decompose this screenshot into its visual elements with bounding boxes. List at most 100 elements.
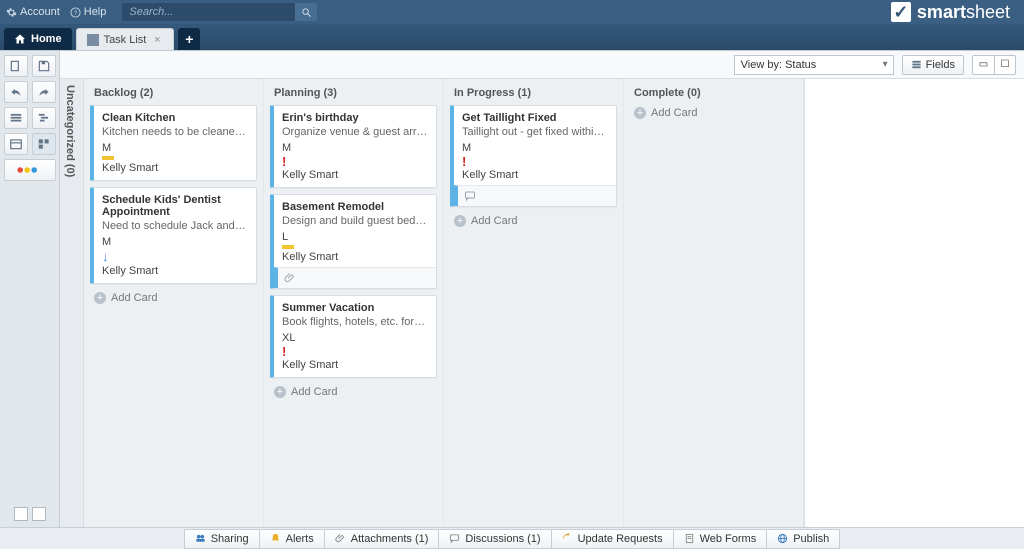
account-label: Account [20,6,60,18]
top-bar: Account ? Help ✓ smartsheet [0,0,1024,24]
bottom-bar: Sharing Alerts Attachments (1) Discussio… [0,527,1024,549]
card-assignee: Kelly Smart [282,251,428,263]
card[interactable]: Erin's birthdayOrganize venue & guest ar… [270,105,437,188]
card-description: Kitchen needs to be cleaned by the … [102,126,248,138]
card-assignee: Kelly Smart [282,359,428,371]
toolbar-new-button[interactable] [4,55,28,77]
add-card-label: Add Card [111,292,157,304]
column-header[interactable]: In Progress (1) [450,87,617,99]
card-priority-icon: ! [282,156,428,167]
svg-text:?: ? [73,9,77,16]
toolbar-collapse-button[interactable] [14,507,28,521]
home-icon [14,33,26,45]
search-button[interactable] [295,3,317,21]
card-size: M [282,142,428,154]
toolbar-save-button[interactable] [32,55,56,77]
add-card-button[interactable]: +Add Card [90,290,257,306]
toolbar-undo-button[interactable] [4,81,28,103]
attachment-icon[interactable] [284,272,296,284]
card-description: Design and build guest bedroom in … [282,215,428,227]
column-header[interactable]: Complete (0) [630,87,797,99]
card-size: M [102,142,248,154]
card-description: Need to schedule Jack and Lauren'… [102,220,248,232]
card[interactable]: Clean Kitchen Kitchen needs to be cleaned… [90,105,257,181]
layout-toggle: ▭ ☐ [972,55,1016,75]
toolbar-highlight-button[interactable] [4,159,56,181]
card-priority-icon: ! [282,346,428,357]
card-priority-icon [102,156,114,160]
toolbar-calendar-view-button[interactable] [4,133,28,155]
search-input[interactable] [122,3,317,21]
search-icon [301,7,312,18]
discussions-label: Discussions (1) [465,533,540,545]
help-link[interactable]: ? Help [70,6,107,18]
column: Backlog (2) Clean Kitchen Kitchen needs to… [84,79,264,527]
card[interactable]: Summer VacationBook flights, hotels, etc… [270,295,437,378]
board-blank-area [804,79,1024,527]
tab-home-label: Home [31,33,62,45]
layout-full-button[interactable]: ☐ [994,55,1016,75]
fields-label: Fields [926,59,955,71]
publish-button[interactable]: Publish [766,529,840,549]
chat-icon [449,533,460,544]
update-requests-label: Update Requests [578,533,663,545]
toolbar-grid-view-button[interactable] [4,107,28,129]
card-title: Get Taillight Fixed [462,112,608,124]
sheet-icon [87,34,99,46]
toolbar-card-view-button[interactable] [32,133,56,155]
tab-home[interactable]: Home [4,28,72,50]
discussions-button[interactable]: Discussions (1) [438,529,550,549]
add-card-label: Add Card [471,215,517,227]
attachments-label: Attachments (1) [351,533,429,545]
globe-icon [777,533,788,544]
lane-uncategorized[interactable]: Uncategorized (0) [60,79,84,527]
tab-add[interactable]: + [178,28,200,50]
paperclip-icon [335,533,346,544]
card-size: L [282,231,428,243]
web-forms-button[interactable]: Web Forms [673,529,767,549]
plus-icon: + [454,215,466,227]
card-assignee: Kelly Smart [102,265,248,277]
view-by-select[interactable]: View by: Status [734,55,894,75]
add-card-button[interactable]: +Add Card [630,105,797,121]
toolbar-expand-button[interactable] [32,507,46,521]
view-by-label: View by: [741,59,782,71]
fields-icon [911,59,922,70]
account-link[interactable]: Account [6,6,60,18]
tab-task-list[interactable]: Task List × [76,28,175,50]
sharing-button[interactable]: Sharing [184,529,259,549]
card-priority-icon: ! [462,156,608,167]
card[interactable]: Basement RemodelDesign and build guest b… [270,194,437,289]
card[interactable]: Get Taillight FixedTaillight out - get f… [450,105,617,207]
toolbar-redo-button[interactable] [32,81,56,103]
attachments-button[interactable]: Attachments (1) [324,529,439,549]
board: Uncategorized (0) Backlog (2) Clean Kitch… [60,79,1024,527]
card-title: Clean Kitchen [102,112,248,124]
column: Complete (0) +Add Card [624,79,804,527]
bell-icon [270,533,281,544]
column: In Progress (1) Get Taillight FixedTailli… [444,79,624,527]
add-card-button[interactable]: +Add Card [270,384,437,400]
layout-compact-button[interactable]: ▭ [972,55,994,75]
card-priority-icon: ↓ [102,250,248,263]
toolbar-gantt-view-button[interactable] [32,107,56,129]
left-toolbar [0,51,60,527]
card-assignee: Kelly Smart [102,162,248,174]
plus-icon: + [634,107,646,119]
tab-close-button[interactable]: × [151,34,163,46]
add-card-button[interactable]: + Add Card [450,213,617,229]
form-icon [684,533,695,544]
column-header[interactable]: Planning (3) [270,87,437,99]
comment-icon[interactable] [464,190,476,202]
sharing-label: Sharing [211,533,249,545]
gear-icon [6,7,17,18]
card[interactable]: Schedule Kids' Dentist AppointmentNeed t… [90,187,257,284]
brand-name-light: sheet [966,2,1010,22]
card-footer [454,185,616,206]
update-icon [562,533,573,544]
column-header[interactable]: Backlog (2) [90,87,257,99]
update-requests-button[interactable]: Update Requests [551,529,673,549]
board-wrap: View by: Status Fields ▭ ☐ Uncategorized… [60,51,1024,527]
alerts-button[interactable]: Alerts [259,529,324,549]
fields-button[interactable]: Fields [902,55,964,75]
